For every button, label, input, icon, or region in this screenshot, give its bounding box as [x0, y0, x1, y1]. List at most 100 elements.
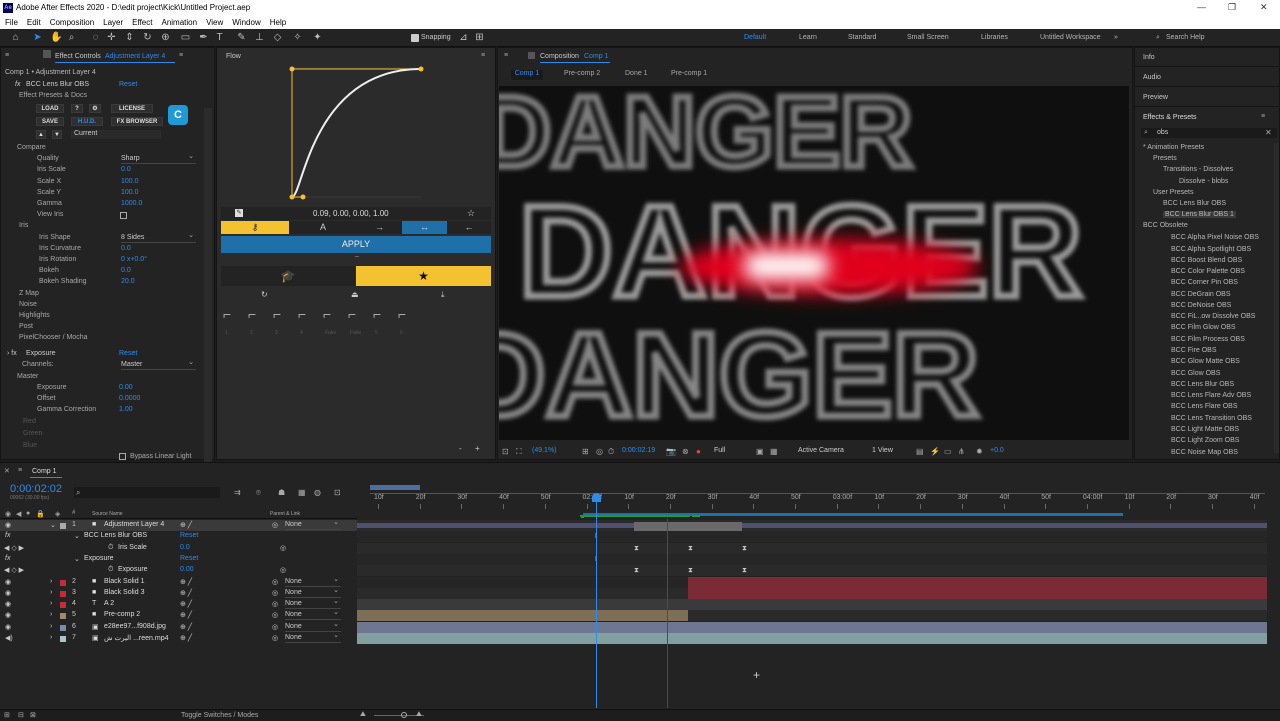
- keyframe-icon[interactable]: ⧗: [688, 567, 693, 574]
- pickwhip-icon[interactable]: ◎: [272, 611, 278, 619]
- timeline-layer-row[interactable]: ◉ ⌄ 1 ■ ⊕ ╱ ◎ None Adjustment Layer 4: [0, 518, 357, 531]
- param-value-iris-shape[interactable]: 8 Sides: [121, 231, 196, 243]
- layer-duration-bar[interactable]: [357, 610, 688, 622]
- rectangle-tool-icon[interactable]: ▭: [180, 32, 191, 43]
- label-color-swatch[interactable]: [60, 613, 66, 620]
- reset-link[interactable]: Reset: [119, 81, 137, 88]
- expand-arrow-icon[interactable]: ⌄: [50, 521, 56, 529]
- keyframe-icon[interactable]: ⧗: [634, 545, 639, 552]
- pan-behind-tool-icon[interactable]: ⊕: [160, 32, 171, 43]
- effects-search-value[interactable]: obs: [1157, 129, 1168, 136]
- draft-3d-icon[interactable]: ⌾: [256, 488, 261, 498]
- effect-item[interactable]: BCC DeNoise OBS: [1171, 302, 1231, 309]
- roto-brush-icon[interactable]: ✧: [292, 32, 303, 43]
- flow-preset-curve[interactable]: ⌐: [223, 305, 243, 323]
- preset-tree-item[interactable]: * Animation Presets: [1143, 144, 1204, 151]
- layer-switches-icon[interactable]: ⊕ ╱: [180, 634, 192, 642]
- menu-effect[interactable]: Effect: [127, 16, 156, 27]
- keyframe-icon[interactable]: ⧗: [634, 567, 639, 574]
- flow-preset-curve[interactable]: ⌐: [248, 305, 268, 323]
- pickwhip-icon[interactable]: ◎: [272, 634, 278, 642]
- layer-duration-bar[interactable]: [357, 523, 1267, 528]
- type-tool-icon[interactable]: T: [214, 32, 225, 43]
- timeline-icon[interactable]: ▭: [944, 447, 952, 456]
- expand-arrow-icon[interactable]: ›: [50, 623, 52, 630]
- param-iris-curvature[interactable]: Iris Curvature: [39, 245, 81, 252]
- effect-item[interactable]: BCC Film Process OBS: [1171, 336, 1245, 343]
- menu-window[interactable]: Window: [227, 16, 264, 27]
- frame-blend-icon[interactable]: ▦: [298, 488, 306, 497]
- fx-browser-button[interactable]: FX BROWSER: [111, 117, 163, 126]
- layer-name[interactable]: Black Solid 1: [104, 578, 144, 585]
- audio-icon[interactable]: ◀): [5, 634, 13, 642]
- timeline-track[interactable]: [357, 621, 1267, 633]
- effect-item[interactable]: BCC Fire OBS: [1171, 347, 1217, 354]
- channels-dropdown[interactable]: Master: [121, 358, 196, 370]
- param-iris-shape[interactable]: Iris Shape: [39, 234, 71, 241]
- param-iris[interactable]: Iris: [19, 222, 28, 229]
- layer-search-input[interactable]: [74, 487, 220, 498]
- load-button[interactable]: LOAD: [36, 104, 64, 113]
- flow-tab[interactable]: Flow: [226, 53, 241, 60]
- gamma-correction-value[interactable]: 1.00: [119, 406, 133, 413]
- info-tab[interactable]: Info: [1143, 54, 1155, 61]
- remove-preset-icon[interactable]: -: [459, 444, 462, 453]
- offset-value[interactable]: 0.0000: [119, 395, 140, 402]
- composition-tab[interactable]: Composition: [540, 53, 579, 60]
- panel-menu-icon[interactable]: ≡: [481, 52, 485, 59]
- stopwatch-icon[interactable]: ⏱: [108, 544, 113, 552]
- settings-gear-icon[interactable]: ⚙: [89, 104, 101, 113]
- ease-in-icon[interactable]: →: [357, 221, 402, 234]
- param-iris-rotation[interactable]: Iris Rotation: [39, 256, 76, 263]
- parent-dropdown[interactable]: None: [285, 518, 341, 530]
- timeline-track[interactable]: I: [357, 531, 1267, 543]
- clock-icon[interactable]: ⏱: [608, 447, 614, 457]
- effect-item[interactable]: BCC Noise Map OBS: [1171, 449, 1238, 456]
- preset-tree-item[interactable]: Dissolve - blobs: [1179, 178, 1228, 185]
- snapping-checkbox[interactable]: [411, 34, 419, 42]
- timeline-layer-row[interactable]: ◉›5■⊕ ╱◎NonePre-comp 2: [0, 608, 357, 621]
- param-scale-x[interactable]: Scale X: [37, 178, 61, 185]
- effects-presets-tab[interactable]: Effects & Presets: [1143, 114, 1197, 121]
- layer-duration-bar[interactable]: [357, 621, 1267, 633]
- param-z-map[interactable]: Z Map: [19, 290, 39, 297]
- preset-tree-item[interactable]: BCC Lens Blur OBS 1: [1163, 211, 1236, 219]
- expand-arrow-icon[interactable]: ⌄: [74, 555, 80, 563]
- composition-viewer[interactable]: DANGER DANGER DANGER: [499, 86, 1129, 440]
- snapshot-icon[interactable]: 📷: [666, 447, 676, 456]
- shy-icon[interactable]: ☗: [278, 488, 285, 497]
- region-interest-icon[interactable]: ▣: [756, 447, 764, 456]
- layer-name[interactable]: Exposure: [84, 555, 114, 562]
- effect-item[interactable]: BCC Light Zoom OBS: [1171, 437, 1239, 444]
- grid-icon[interactable]: ⊞: [582, 447, 589, 456]
- expand-arrow-icon[interactable]: ›: [50, 600, 52, 607]
- favorites-star-icon[interactable]: ★: [356, 266, 491, 286]
- layer-switches-icon[interactable]: ⊞: [4, 711, 10, 719]
- stopwatch-icon[interactable]: ⏱: [108, 566, 113, 574]
- fx-icon[interactable]: fx: [5, 555, 10, 562]
- menu-help[interactable]: Help: [265, 16, 290, 27]
- layer-switches-icon[interactable]: ⊕ ╱: [180, 521, 192, 529]
- param-value-iris-rotation[interactable]: 0 x+0.0°: [121, 256, 147, 263]
- timeline-layer-row[interactable]: ◉›2■⊕ ╱◎NoneBlack Solid 1: [0, 575, 357, 588]
- label-color-swatch[interactable]: [60, 590, 66, 597]
- save-button[interactable]: SAVE: [36, 117, 64, 126]
- snap-options-icon[interactable]: ⊞: [474, 32, 485, 43]
- visibility-eye-icon[interactable]: ◉: [5, 600, 11, 608]
- menu-animation[interactable]: Animation: [156, 16, 201, 27]
- param-value-scale-y[interactable]: 100.0: [121, 189, 139, 196]
- timeline-layer-row[interactable]: ◀) › 7 ▣ ⊕ ╱ ◎ None اليرت ش ...reen.mp4: [0, 631, 357, 644]
- text-mode-icon[interactable]: A: [289, 221, 357, 234]
- workspace-menu-icon[interactable]: »: [1114, 34, 1118, 41]
- breadcrumb-comp1[interactable]: Comp 1: [511, 70, 543, 80]
- layer-name[interactable]: BCC Lens Blur OBS: [84, 532, 147, 539]
- expand-arrow-icon[interactable]: ›: [50, 634, 52, 641]
- expand-arrow-icon[interactable]: ⌄: [74, 532, 80, 540]
- param-value-bokeh[interactable]: 0.0: [121, 267, 131, 274]
- rotate-tool-icon[interactable]: ↻: [142, 32, 153, 43]
- lock-icon[interactable]: [43, 50, 51, 58]
- eraser-tool-icon[interactable]: ◇: [272, 32, 283, 43]
- brush-tool-icon[interactable]: ✎: [236, 32, 247, 43]
- mask-icon[interactable]: ◎: [596, 447, 603, 456]
- layer-duration-bar[interactable]: [688, 587, 1267, 599]
